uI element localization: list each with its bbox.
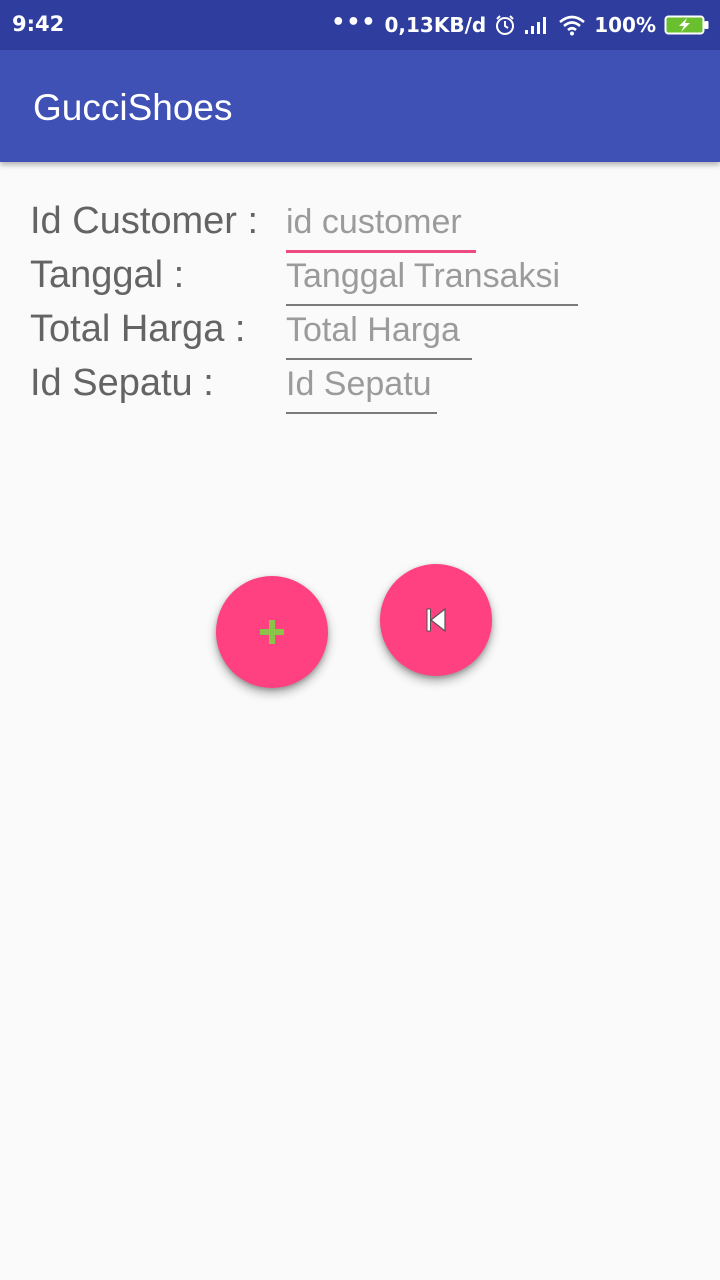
signal-icon bbox=[524, 15, 550, 35]
id-sepatu-input[interactable] bbox=[286, 362, 437, 414]
alarm-icon bbox=[494, 14, 516, 36]
wifi-icon bbox=[558, 14, 586, 36]
back-button[interactable] bbox=[380, 564, 492, 676]
tanggal-label: Tanggal : bbox=[30, 254, 185, 296]
form-row-tanggal: Tanggal : bbox=[0, 252, 720, 306]
form-row-id-customer: Id Customer : bbox=[0, 198, 720, 253]
battery-charging-icon bbox=[664, 14, 710, 36]
id-customer-input[interactable] bbox=[286, 200, 476, 253]
app-bar: GucciShoes bbox=[0, 50, 720, 162]
id-customer-label: Id Customer : bbox=[30, 200, 259, 242]
network-speed: 0,13KB/d bbox=[384, 13, 487, 37]
total-harga-label: Total Harga : bbox=[30, 308, 246, 350]
app-title: GucciShoes bbox=[33, 87, 233, 128]
id-sepatu-label: Id Sepatu : bbox=[30, 362, 214, 404]
status-bar: 9:42 ••• 0,13KB/d 100% bbox=[0, 0, 720, 50]
battery-percent: 100% bbox=[594, 13, 656, 37]
skip-previous-icon bbox=[424, 607, 448, 633]
total-harga-input[interactable] bbox=[286, 308, 472, 360]
tanggal-input[interactable] bbox=[286, 254, 578, 306]
more-notifications-icon: ••• bbox=[331, 9, 377, 35]
status-icons: ••• 0,13KB/d 100% bbox=[331, 10, 710, 40]
form-row-id-sepatu: Id Sepatu : bbox=[0, 360, 720, 414]
plus-icon bbox=[257, 617, 287, 647]
form-row-total-harga: Total Harga : bbox=[0, 306, 720, 360]
add-button[interactable] bbox=[216, 576, 328, 688]
status-time: 9:42 bbox=[12, 12, 65, 36]
